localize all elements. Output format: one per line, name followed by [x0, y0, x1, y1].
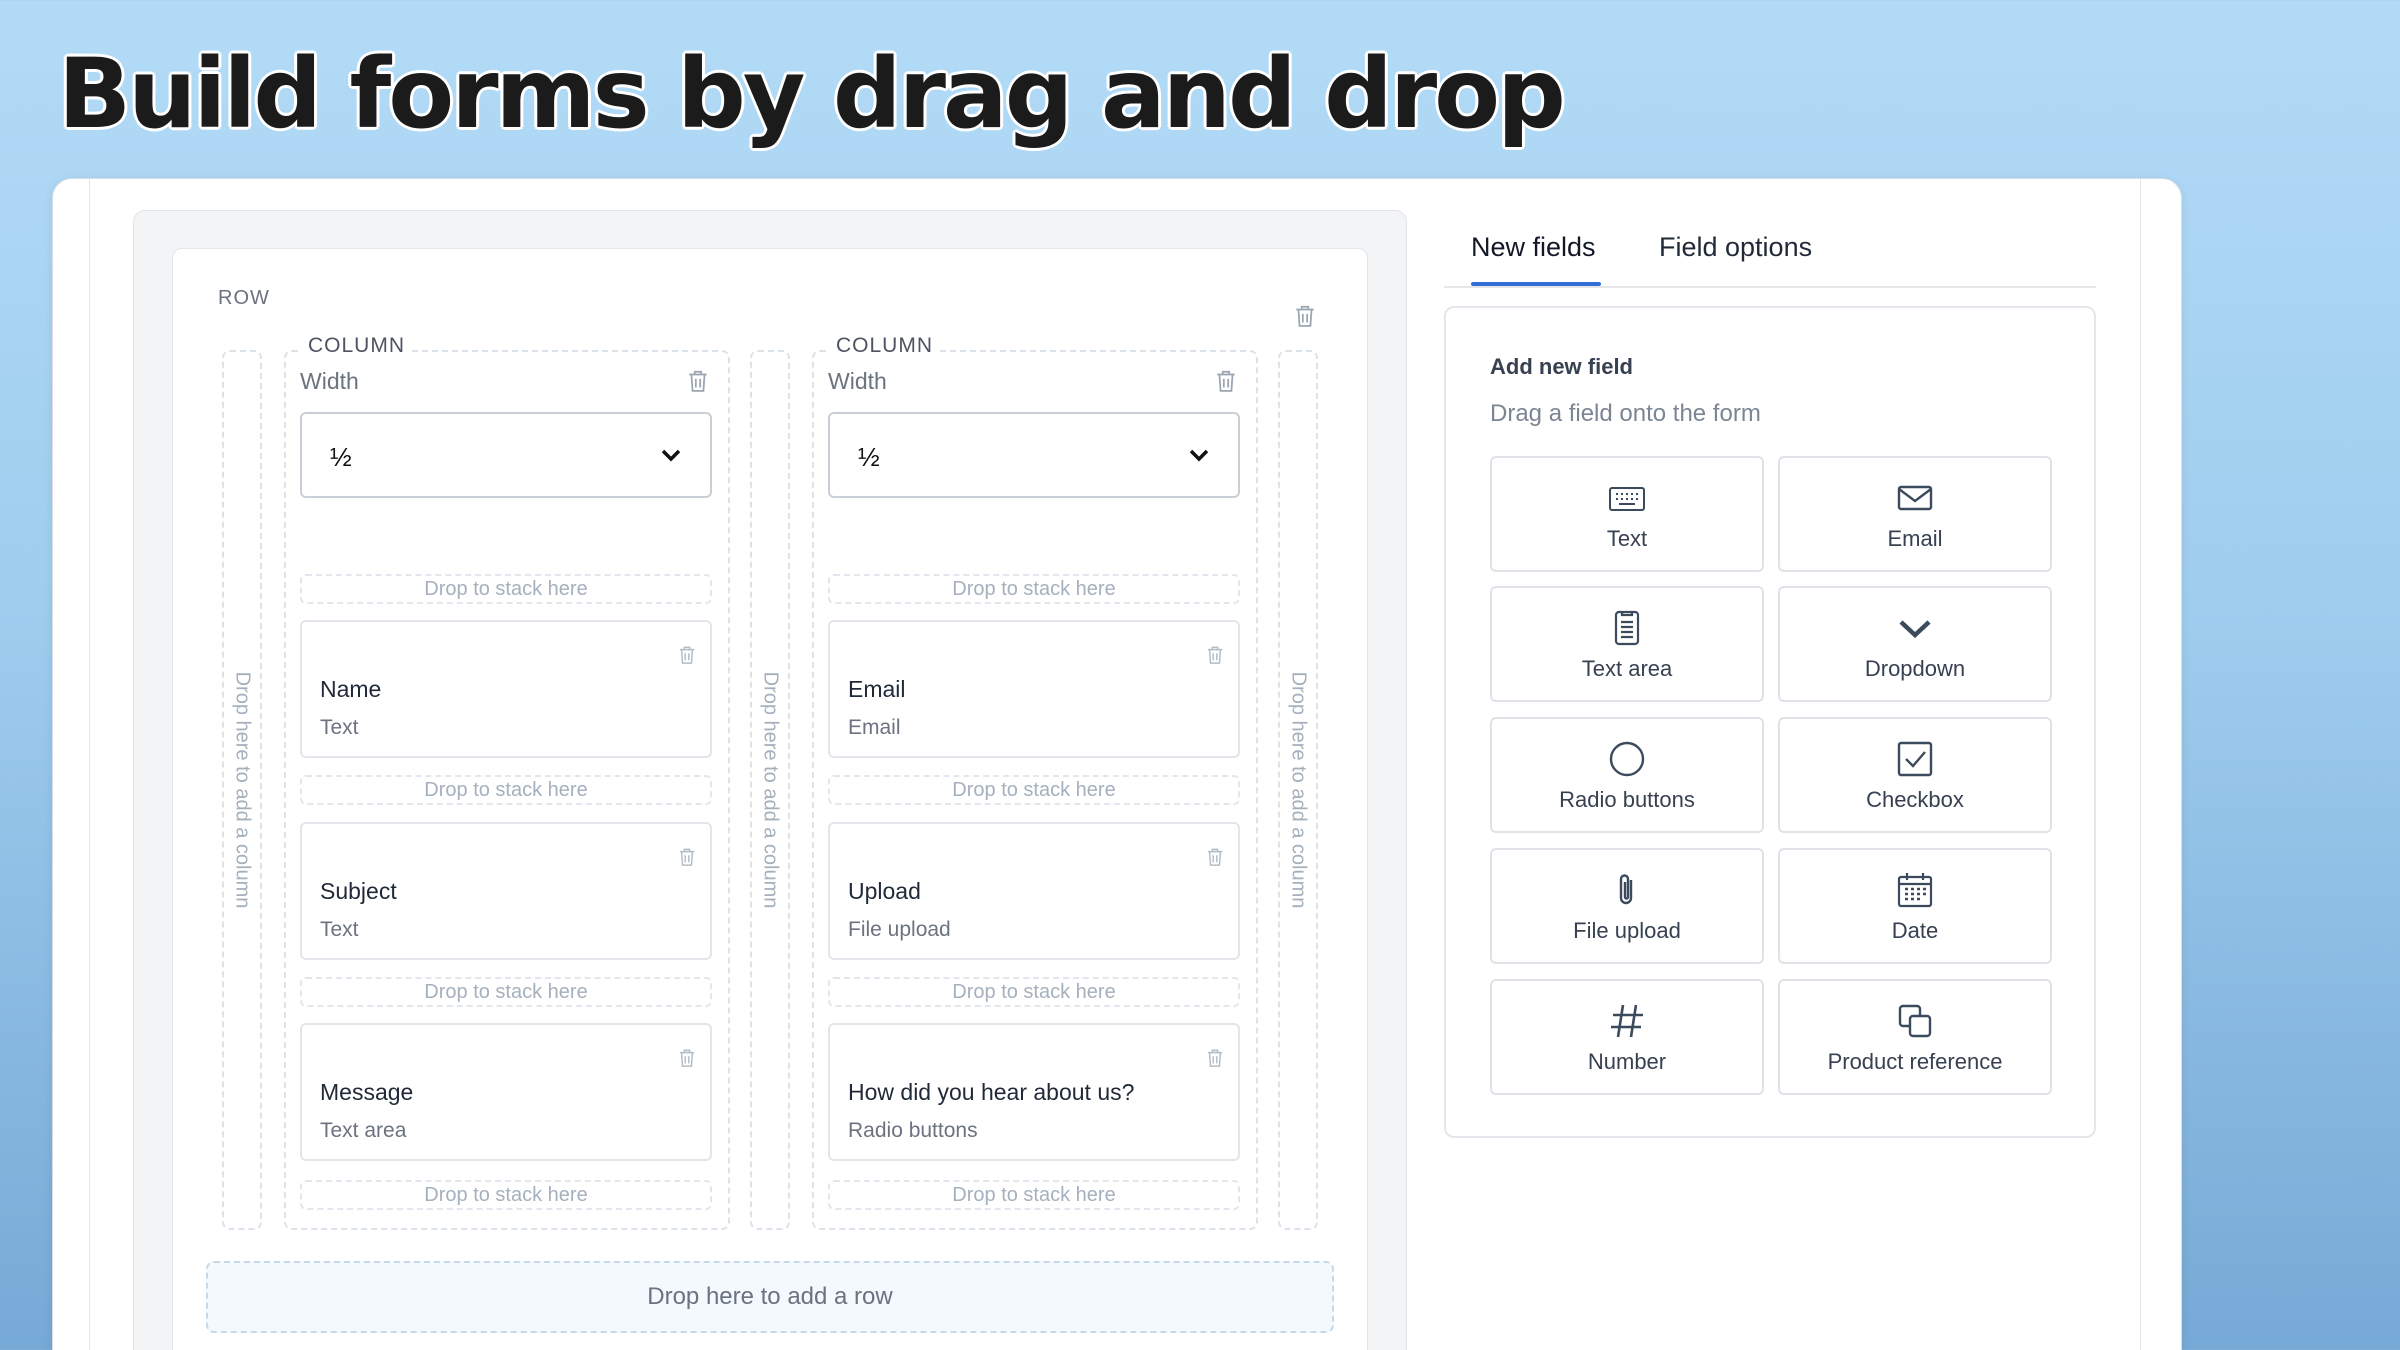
field-type-date[interactable]: Date	[1778, 848, 2052, 964]
add-column-text: Drop here to add a column	[759, 671, 782, 909]
field-type-email[interactable]: Email	[1778, 456, 2052, 572]
field-type-checkbox[interactable]: Checkbox	[1778, 717, 2052, 833]
add-column-dropzone-left[interactable]: Drop here to add a column	[222, 350, 262, 1230]
form-field-card[interactable]: Email Email	[828, 620, 1240, 758]
form-field-card[interactable]: Subject Text	[300, 822, 712, 960]
field-type: Text area	[320, 1119, 407, 1142]
add-column-dropzone-middle[interactable]: Drop here to add a column	[750, 350, 790, 1230]
form-field-card[interactable]: Message Text area	[300, 1023, 712, 1161]
panel-tabs: New fields Field options	[1444, 222, 2096, 288]
column-title: COLUMN	[830, 334, 940, 358]
field-type-product-reference[interactable]: Product reference	[1778, 979, 2052, 1095]
window-left-divider	[89, 179, 90, 1350]
form-field-card[interactable]: Upload File upload	[828, 822, 1240, 960]
field-type: Text	[320, 918, 359, 941]
form-field-card[interactable]: Name Text	[300, 620, 712, 758]
panel-subtitle: Drag a field onto the form	[1490, 400, 1761, 427]
field-type-text-area[interactable]: Text area	[1490, 586, 1764, 702]
field-delete-icon[interactable]	[1206, 644, 1224, 666]
headline: Build forms by drag and drop	[58, 38, 1566, 150]
row-delete-icon[interactable]	[1294, 304, 1316, 328]
field-type-file-upload[interactable]: File upload	[1490, 848, 1764, 964]
field-type-label: Date	[1891, 918, 1939, 943]
copy-icon	[1895, 1001, 1935, 1041]
chevron-down-icon	[660, 448, 682, 464]
envelope-icon	[1895, 478, 1935, 518]
column-width-select[interactable]: ½	[300, 412, 712, 498]
form-field-card[interactable]: How did you hear about us? Radio buttons	[828, 1023, 1240, 1161]
field-type-label: Email	[1887, 526, 1943, 551]
field-delete-icon[interactable]	[678, 846, 696, 868]
add-row-dropzone[interactable]: Drop here to add a row	[206, 1261, 1334, 1333]
field-type-text[interactable]: Text	[1490, 456, 1764, 572]
checkbox-icon	[1895, 739, 1935, 779]
document-icon	[1607, 608, 1647, 648]
stack-dropzone[interactable]: Drop to stack here	[300, 775, 712, 805]
column-title: COLUMN	[302, 334, 412, 358]
stack-dropzone[interactable]: Drop to stack here	[300, 1180, 712, 1210]
column-delete-icon[interactable]	[687, 369, 709, 393]
field-name: Subject	[320, 878, 397, 904]
chevron-down-icon	[1188, 448, 1210, 464]
width-label: Width	[828, 368, 887, 394]
row-label: ROW	[218, 287, 270, 309]
stack-dropzone[interactable]: Drop to stack here	[828, 1180, 1240, 1210]
width-value: ½	[858, 442, 880, 472]
field-name: Upload	[848, 878, 921, 904]
field-delete-icon[interactable]	[678, 644, 696, 666]
add-field-panel: Add new field Drag a field onto the form…	[1444, 306, 2096, 1138]
hash-icon	[1607, 1001, 1647, 1041]
column-delete-icon[interactable]	[1215, 369, 1237, 393]
field-delete-icon[interactable]	[678, 1047, 696, 1069]
column-width-select[interactable]: ½	[828, 412, 1240, 498]
width-value: ½	[330, 442, 352, 472]
field-name: Email	[848, 676, 906, 702]
panel-title: Add new field	[1490, 354, 1633, 379]
stack-dropzone[interactable]: Drop to stack here	[828, 977, 1240, 1007]
field-name: Message	[320, 1079, 414, 1105]
radio-circle-icon	[1607, 739, 1647, 779]
window-right-divider	[2140, 179, 2141, 1350]
field-delete-icon[interactable]	[1206, 1047, 1224, 1069]
chevron-down-icon	[1895, 608, 1935, 648]
field-delete-icon[interactable]	[1206, 846, 1224, 868]
field-type-label: Checkbox	[1866, 787, 1964, 812]
field-type: File upload	[848, 918, 951, 941]
field-type-label: Text	[1606, 526, 1648, 551]
add-column-dropzone-right[interactable]: Drop here to add a column	[1278, 350, 1318, 1230]
stack-dropzone[interactable]: Drop to stack here	[300, 574, 712, 604]
active-tab-indicator	[1471, 282, 1601, 286]
field-type-label: Product reference	[1827, 1049, 2003, 1074]
field-name: How did you hear about us?	[848, 1079, 1135, 1105]
field-type: Text	[320, 716, 359, 739]
tab-new-fields[interactable]: New fields	[1471, 232, 1596, 263]
field-type: Email	[848, 716, 901, 739]
field-type: Radio buttons	[848, 1119, 978, 1142]
keyboard-icon	[1607, 478, 1647, 518]
field-type-number[interactable]: Number	[1490, 979, 1764, 1095]
field-type-label: File upload	[1573, 918, 1681, 943]
field-name: Name	[320, 676, 382, 702]
stack-dropzone[interactable]: Drop to stack here	[300, 977, 712, 1007]
stack-dropzone[interactable]: Drop to stack here	[828, 574, 1240, 604]
field-type-label: Number	[1587, 1049, 1667, 1074]
field-type-dropdown[interactable]: Dropdown	[1778, 586, 2052, 702]
field-type-radio-buttons[interactable]: Radio buttons	[1490, 717, 1764, 833]
calendar-icon	[1895, 870, 1935, 910]
stack-dropzone[interactable]: Drop to stack here	[828, 775, 1240, 805]
field-type-label: Dropdown	[1864, 656, 1966, 681]
width-label: Width	[300, 368, 359, 394]
add-column-text: Drop here to add a column	[1287, 671, 1310, 909]
field-type-label: Radio buttons	[1559, 787, 1695, 812]
tab-field-options[interactable]: Field options	[1659, 232, 1812, 263]
paperclip-icon	[1607, 870, 1647, 910]
add-column-text: Drop here to add a column	[231, 671, 254, 909]
field-type-label: Text area	[1581, 656, 1673, 681]
